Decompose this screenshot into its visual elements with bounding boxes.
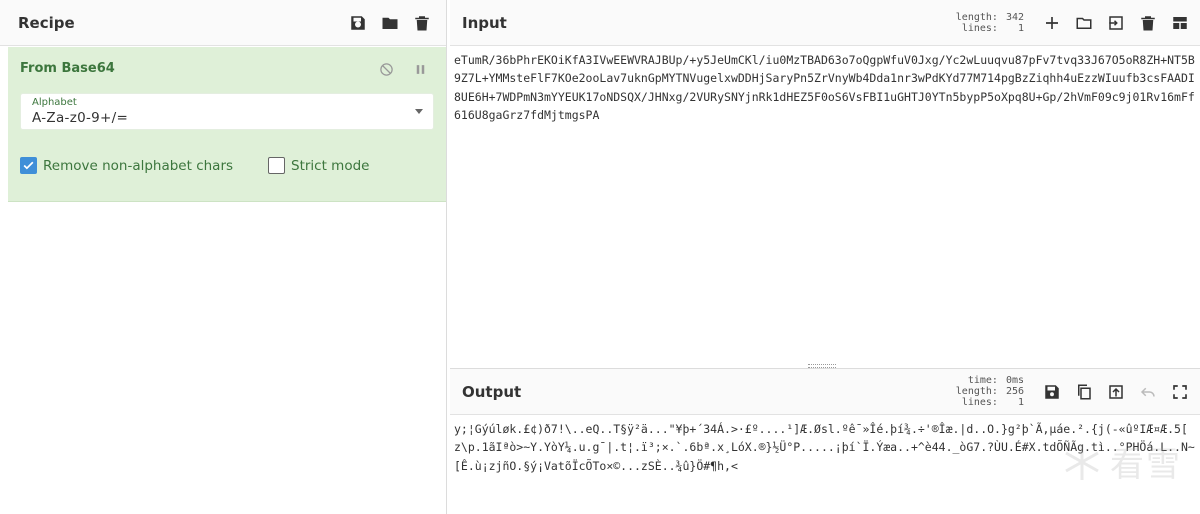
output-header: Output time: 0ms length: 256 lines: 1: [450, 369, 1200, 415]
watermark-text: 看雪: [1110, 445, 1182, 485]
watermark: 看雪: [1062, 437, 1182, 486]
input-toolbar: [1042, 13, 1190, 33]
save-recipe-icon[interactable]: [348, 13, 368, 33]
strict-mode-checkbox[interactable]: Strict mode: [268, 157, 369, 174]
output-time-label: time:: [967, 375, 998, 386]
output-length-label: length:: [955, 386, 998, 397]
strict-mode-label: Strict mode: [291, 157, 370, 174]
open-file-icon[interactable]: [1106, 13, 1126, 33]
output-time-value: 0ms: [1005, 375, 1024, 386]
recipe-title: Recipe: [18, 13, 75, 32]
input-textarea[interactable]: eTumR/36bPhrEKOiKfA3IVwEEWVRAJBUp/+y5JeU…: [450, 46, 1200, 125]
remove-non-alphabet-label: Remove non-alphabet chars: [43, 157, 234, 174]
open-folder-icon[interactable]: [1074, 13, 1094, 33]
remove-non-alphabet-checkbox[interactable]: Remove non-alphabet chars: [20, 157, 233, 174]
maximise-icon[interactable]: [1170, 382, 1190, 402]
alphabet-select[interactable]: Alphabet A-Za-z0-9+/=: [20, 93, 434, 130]
input-header-right: length: 342 lines: 1: [956, 12, 1190, 34]
recipe-pane: Recipe From Base64 Alphabet A-Za-z0-9+/=…: [0, 0, 447, 514]
checkbox-checked-icon[interactable]: [20, 157, 37, 174]
breakpoint-pause-icon[interactable]: [410, 59, 430, 79]
add-tab-plus-icon[interactable]: [1042, 13, 1062, 33]
load-recipe-folder-icon[interactable]: [380, 13, 400, 33]
clear-input-trash-icon[interactable]: [1138, 13, 1158, 33]
replace-input-with-output-icon[interactable]: [1106, 382, 1126, 402]
operation-from-base64[interactable]: From Base64 Alphabet A-Za-z0-9+/= Remove…: [8, 47, 446, 202]
output-toolbar: [1042, 382, 1190, 402]
input-length-label: length:: [955, 11, 998, 23]
input-lines-label: lines:: [961, 22, 998, 34]
input-lines-value: 1: [1017, 22, 1024, 34]
output-lines-label: lines:: [961, 397, 998, 408]
output-stats: time: 0ms length: 256 lines: 1: [956, 375, 1024, 408]
watermark-snowflake-icon: [1065, 443, 1099, 480]
input-header: Input length: 342 lines: 1: [450, 0, 1200, 46]
input-stats: length: 342 lines: 1: [956, 12, 1024, 34]
recipe-header: Recipe: [0, 0, 446, 46]
clear-recipe-trash-icon[interactable]: [412, 13, 432, 33]
recipe-toolbar: [348, 13, 432, 33]
operation-controls: [376, 59, 430, 79]
save-output-icon[interactable]: [1042, 382, 1062, 402]
input-title: Input: [462, 13, 507, 32]
output-length-value: 256: [1005, 386, 1024, 397]
chevron-down-icon[interactable]: [415, 109, 423, 114]
output-lines-value: 1: [1017, 397, 1024, 408]
alphabet-label: Alphabet: [32, 97, 77, 108]
disable-operation-icon[interactable]: [376, 59, 396, 79]
input-length-value: 342: [1005, 11, 1024, 23]
output-header-right: time: 0ms length: 256 lines: 1: [956, 375, 1190, 408]
output-title: Output: [462, 382, 522, 401]
reset-layout-icon[interactable]: [1170, 13, 1190, 33]
copy-output-icon[interactable]: [1074, 382, 1094, 402]
output-pane: Output time: 0ms length: 256 lines: 1 y;…: [450, 368, 1200, 514]
cyberchef-app: Recipe From Base64 Alphabet A-Za-z0-9+/=…: [0, 0, 1200, 514]
input-pane: Input length: 342 lines: 1 eTumR/36bPhrE…: [450, 0, 1200, 364]
alphabet-value: A-Za-z0-9+/=: [32, 110, 129, 126]
operation-title: From Base64: [20, 61, 115, 76]
undo-icon[interactable]: [1138, 382, 1158, 402]
checkbox-unchecked-icon[interactable]: [268, 157, 285, 174]
